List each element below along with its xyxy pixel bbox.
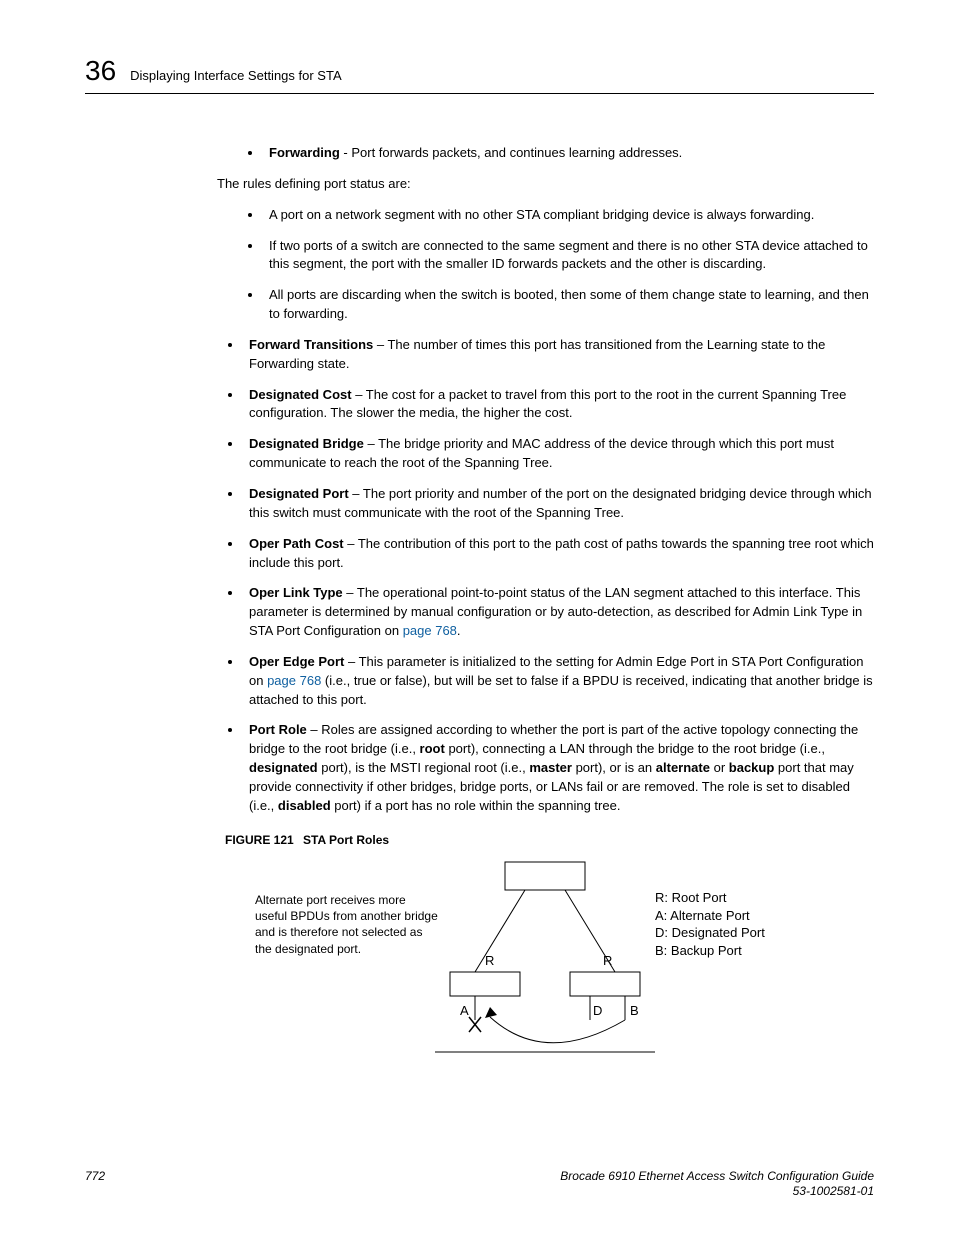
label-a: A xyxy=(460,1003,469,1018)
page-link[interactable]: page 768 xyxy=(403,623,457,638)
term: Designated Port xyxy=(249,486,349,501)
page-link[interactable]: page 768 xyxy=(267,673,321,688)
page-header: 36 Displaying Interface Settings for STA xyxy=(85,55,874,94)
definition-list: Forward Transitions – The number of time… xyxy=(225,336,874,816)
page-number: 772 xyxy=(85,1169,105,1183)
term: Oper Edge Port xyxy=(249,654,344,669)
rules-list: A port on a network segment with no othe… xyxy=(225,206,874,324)
term-forwarding: Forwarding xyxy=(269,145,340,160)
list-item: Oper Link Type – The operational point-t… xyxy=(243,584,874,641)
list-item: All ports are discarding when the switch… xyxy=(263,286,874,324)
list-item: A port on a network segment with no othe… xyxy=(263,206,874,225)
legend-row: A: Alternate Port xyxy=(655,907,765,925)
term: Oper Link Type xyxy=(249,585,343,600)
chapter-number: 36 xyxy=(85,55,116,87)
desc-forwarding: - Port forwards packets, and continues l… xyxy=(340,145,683,160)
list-item: Forwarding - Port forwards packets, and … xyxy=(263,144,874,163)
desc: – The contribution of this port to the p… xyxy=(249,536,874,570)
term-inline: backup xyxy=(729,760,775,775)
term: Forward Transitions xyxy=(249,337,373,352)
legend-row: B: Backup Port xyxy=(655,942,765,960)
list-item: Designated Bridge – The bridge priority … xyxy=(243,435,874,473)
term: Oper Path Cost xyxy=(249,536,344,551)
legend-row: R: Root Port xyxy=(655,889,765,907)
term: Designated Bridge xyxy=(249,436,364,451)
figure-note: Alternate port receives more useful BPDU… xyxy=(255,892,440,957)
doc-title-line1: Brocade 6910 Ethernet Access Switch Conf… xyxy=(560,1169,874,1183)
page: 36 Displaying Interface Settings for STA… xyxy=(0,0,954,1235)
figure-body: Alternate port receives more useful BPDU… xyxy=(225,857,874,1067)
term-inline: designated xyxy=(249,760,318,775)
figure-legend: R: Root Port A: Alternate Port D: Design… xyxy=(655,889,765,959)
term: Designated Cost xyxy=(249,387,352,402)
sub-bullet-list: Forwarding - Port forwards packets, and … xyxy=(225,144,874,163)
label-r: R xyxy=(603,953,612,968)
figure-title: STA Port Roles xyxy=(303,833,389,847)
list-item: Oper Path Cost – The contribution of thi… xyxy=(243,535,874,573)
figure-caption: FIGURE 121 STA Port Roles xyxy=(225,832,874,849)
list-item: Forward Transitions – The number of time… xyxy=(243,336,874,374)
term-inline: root xyxy=(420,741,445,756)
list-item: If two ports of a switch are connected t… xyxy=(263,237,874,275)
term: Port Role xyxy=(249,722,307,737)
figure-number: FIGURE 121 xyxy=(225,833,294,847)
list-item: Designated Port – The port priority and … xyxy=(243,485,874,523)
page-footer: 772 Brocade 6910 Ethernet Access Switch … xyxy=(85,1169,874,1200)
term-inline: disabled xyxy=(278,798,331,813)
term-inline: alternate xyxy=(656,760,710,775)
desc: . xyxy=(457,623,461,638)
doc-title: Brocade 6910 Ethernet Access Switch Conf… xyxy=(560,1169,874,1200)
desc: port), or is an xyxy=(572,760,656,775)
body-content: Forwarding - Port forwards packets, and … xyxy=(225,144,874,1067)
chapter-title: Displaying Interface Settings for STA xyxy=(130,68,341,83)
desc: port), connecting a LAN through the brid… xyxy=(445,741,825,756)
doc-title-line2: 53-1002581-01 xyxy=(793,1184,874,1198)
desc: port), is the MSTI regional root (i.e., xyxy=(318,760,530,775)
label-r: R xyxy=(485,953,494,968)
list-item: Designated Cost – The cost for a packet … xyxy=(243,386,874,424)
list-item: Oper Edge Port – This parameter is initi… xyxy=(243,653,874,710)
term-inline: master xyxy=(529,760,572,775)
desc: (i.e., true or false), but will be set t… xyxy=(249,673,873,707)
label-d: D xyxy=(593,1003,602,1018)
rules-intro: The rules defining port status are: xyxy=(217,175,874,194)
figure-diagram: R R A D B xyxy=(435,857,655,1062)
desc: or xyxy=(710,760,729,775)
label-b: B xyxy=(630,1003,639,1018)
legend-row: D: Designated Port xyxy=(655,924,765,942)
desc: port) if a port has no role within the s… xyxy=(331,798,621,813)
list-item: Port Role – Roles are assigned according… xyxy=(243,721,874,815)
